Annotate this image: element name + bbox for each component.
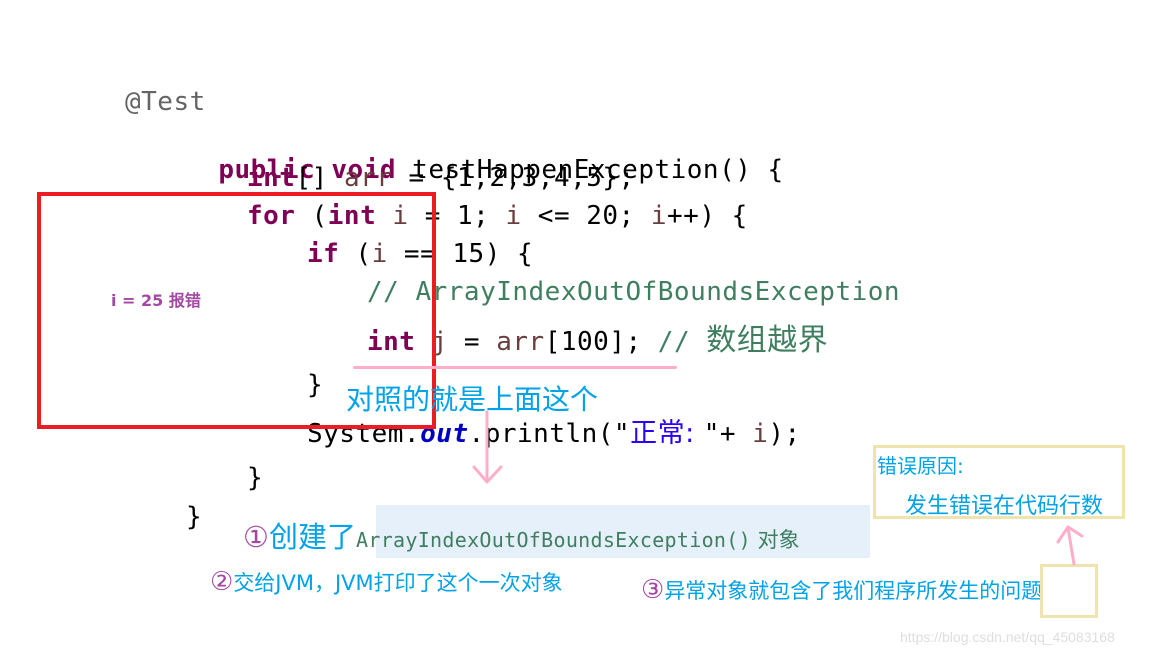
variable-i: i [650,201,668,231]
code-token: <= 20; [521,201,651,231]
step-3-note: ③异常对象就包含了我们程序所发生的问题 [641,575,1042,605]
comment-array-out-of-bounds: 数组越界 [706,323,829,358]
variable-arr: arr [343,163,393,193]
step-2-note: ②交给JVM，JVM打印了这个一次对象 [210,567,563,597]
exception-comment: // ArrayIndexOutOfBoundsException [367,277,901,307]
close-method-brace: } [186,502,203,532]
error-line-underline [353,366,677,369]
error-reason-body: 发生错误在代码行数 [905,494,1104,519]
step-3-text: 异常对象就包含了我们程序所发生的问题 [664,579,1043,603]
code-token: [100]; [544,327,658,357]
code-token: ++) { [667,201,748,231]
down-arrow-icon [472,410,503,484]
error-reason-title: 错误原因: [877,454,964,478]
step-2-number: ② [210,567,234,597]
out-of-bounds-line: int j = arr[100]; // 数组越界 [367,323,829,358]
code-token: ); [768,419,801,449]
step-1-note: ①创建了ArrayIndexOutOfBoundsException() 对象 [243,514,800,556]
watermark: https://blog.csdn.net/qq_45083168 [900,629,1115,645]
step-1-label: 创建了 [269,520,357,554]
code-token: "+ [703,419,753,449]
variable-i: i [752,419,769,449]
comment-prefix: // [657,327,707,357]
step-1-suffix: 对象 [750,528,800,552]
up-arrow-icon [1056,525,1084,566]
close-for-brace: } [247,463,264,493]
problem-word-box [1040,564,1098,618]
test-annotation: @Test [125,87,206,117]
keyword-int: int [247,163,296,193]
step-1-number: ① [243,520,269,554]
array-decl-line: int[] arr = {1,2,3,4,5}; [247,163,635,193]
code-token: = [447,327,497,357]
error-iteration-note: i = 25 报错 [111,291,201,310]
step-3-number: ③ [641,575,665,605]
variable-arr: arr [496,327,545,357]
string-normal: 正常: [630,418,704,449]
step-2-text: 交给JVM，JVM打印了这个一次对象 [233,571,563,595]
code-token: = {1,2,3,4,5}; [392,163,635,193]
code-token: [] [295,163,344,193]
variable-i: i [505,201,522,231]
step-1-exception-class: ArrayIndexOutOfBoundsException() [356,528,751,552]
